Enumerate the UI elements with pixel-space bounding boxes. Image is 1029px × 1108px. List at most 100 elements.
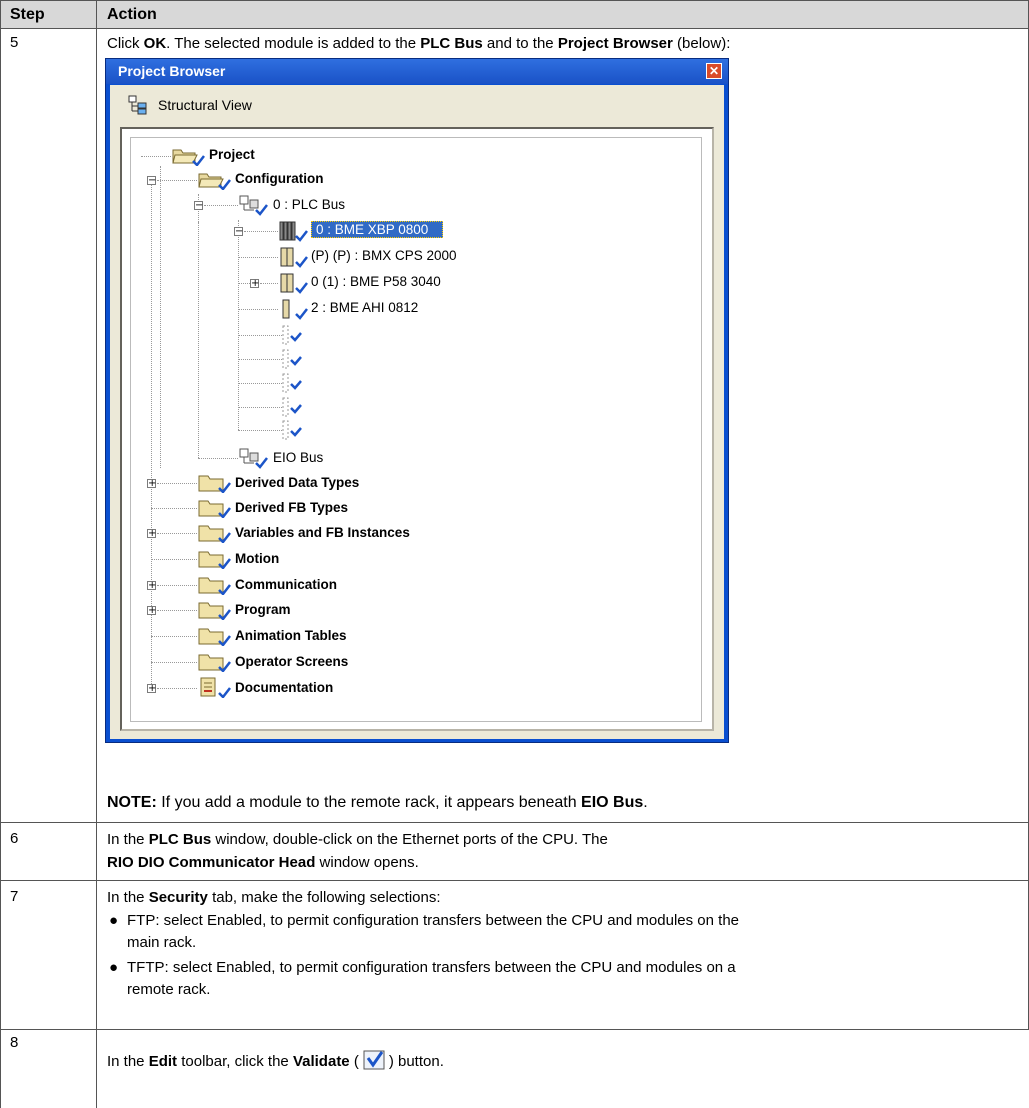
- step7-line1: In the Security tab, make the following …: [107, 887, 1022, 909]
- step6-t1: In the: [107, 831, 149, 848]
- tree-line: [157, 585, 197, 586]
- bus-icon: [239, 195, 268, 216]
- tree-line: [141, 156, 171, 157]
- folder-icon: [198, 500, 231, 518]
- folder-icon: [198, 475, 231, 493]
- step5-note: NOTE: If you add a module to the remote …: [107, 792, 1022, 814]
- tree-item-cpu[interactable]: 0 (1) : BME P58 3040: [311, 274, 441, 289]
- tree-line: [157, 610, 197, 611]
- step-number-5: 5: [10, 34, 19, 51]
- header-action: Action: [107, 6, 157, 23]
- step7-bullet-ftp: ● FTP: select Enabled, to permit configu…: [107, 910, 1012, 954]
- tree-line: [157, 180, 197, 181]
- tree-item-derived-fb-types[interactable]: Derived FB Types: [235, 500, 348, 515]
- tree-line: [157, 533, 197, 534]
- tree-item-project[interactable]: Project: [209, 147, 255, 162]
- tree-item-operator-screens[interactable]: Operator Screens: [235, 654, 348, 669]
- step5-plcbus: PLC Bus: [420, 35, 483, 52]
- folder-icon: [198, 628, 231, 646]
- step-number-8: 8: [10, 1034, 19, 1051]
- column-divider: [96, 0, 97, 1108]
- folder-icon: [198, 654, 231, 672]
- tree-item-documentation[interactable]: Documentation: [235, 680, 333, 695]
- empty-slot-icon: [282, 325, 302, 345]
- tree-line: [238, 430, 282, 431]
- step7-t2: tab, make the following selections:: [207, 889, 441, 906]
- expand-icon[interactable]: +: [250, 279, 259, 289]
- tree-line: [198, 458, 238, 459]
- folder-icon: [198, 602, 231, 620]
- step7-ftp-line1: FTP: select Enabled, to permit configura…: [127, 912, 739, 929]
- window-body: Structural View Project − Configuration …: [110, 85, 724, 739]
- step8-t4: ) button.: [388, 1053, 444, 1070]
- collapse-icon[interactable]: −: [147, 176, 156, 186]
- tree-line: [238, 309, 278, 310]
- open-folder-icon: [172, 149, 205, 166]
- folder-icon: [198, 525, 231, 543]
- tree-line: [260, 283, 278, 284]
- collapse-icon[interactable]: −: [194, 201, 203, 211]
- step8-text: In the Edit toolbar, click the Validate …: [107, 1050, 1022, 1073]
- close-icon[interactable]: ✕: [706, 63, 722, 79]
- tree-item-plc-bus[interactable]: 0 : PLC Bus: [273, 197, 345, 212]
- step5-t0: Click: [107, 35, 144, 52]
- step6-plcbus: PLC Bus: [148, 831, 212, 848]
- tree-line: [198, 222, 199, 458]
- note-end: .: [643, 794, 648, 811]
- empty-slot-icon: [282, 349, 302, 369]
- table-left-border: [0, 0, 1, 1108]
- tree-content: Project − Configuration − 0 : PLC Bus −: [130, 137, 702, 722]
- step5-text: Click OK. The selected module is added t…: [107, 33, 1022, 55]
- folder-icon: [198, 551, 231, 569]
- empty-slot-icon: [282, 420, 302, 440]
- tree-item-program[interactable]: Program: [235, 602, 291, 617]
- tree-item-variables[interactable]: Variables and FB Instances: [235, 525, 410, 540]
- module-icon: [282, 299, 308, 320]
- tree-line: [238, 407, 282, 408]
- collapse-icon[interactable]: −: [234, 227, 243, 237]
- step8-t1: In the: [107, 1053, 149, 1070]
- tree-line: [160, 166, 161, 468]
- tree-line: [151, 508, 197, 509]
- tree-item-ahi[interactable]: 2 : BME AHI 0812: [311, 300, 418, 315]
- tree-line: [244, 231, 278, 232]
- step5-t4: and to the: [482, 35, 558, 52]
- window-title-bar[interactable]: Project Browser ✕: [106, 59, 728, 84]
- tree-item-motion[interactable]: Motion: [235, 551, 279, 566]
- step-number-7: 7: [10, 888, 19, 905]
- step5-t2: . The selected module is added to the: [166, 35, 421, 52]
- module-icon: [280, 273, 308, 294]
- expand-icon[interactable]: +: [147, 529, 156, 539]
- structural-view-icon: [128, 95, 147, 115]
- step8-edit: Edit: [148, 1053, 178, 1070]
- expand-icon[interactable]: +: [147, 479, 156, 489]
- step7-tftp-line1: TFTP: select Enabled, to permit configur…: [127, 959, 736, 976]
- tree-item-derived-data-types[interactable]: Derived Data Types: [235, 475, 359, 490]
- tree-item-rack-selected[interactable]: 0 : BME XBP 0800: [311, 221, 444, 238]
- step8-t2: toolbar, click the: [177, 1053, 293, 1070]
- step6-line1: In the PLC Bus window, double-click on t…: [107, 829, 1022, 851]
- tree-item-communication[interactable]: Communication: [235, 577, 337, 592]
- tree-item-eio-bus[interactable]: EIO Bus: [273, 450, 323, 465]
- documentation-icon: [200, 677, 231, 698]
- structural-view-label: Structural View: [158, 97, 252, 113]
- tree-item-configuration[interactable]: Configuration: [235, 171, 323, 186]
- tree-line: [238, 335, 282, 336]
- expand-icon[interactable]: +: [147, 684, 156, 694]
- project-tree: Project − Configuration − 0 : PLC Bus −: [120, 127, 714, 731]
- expand-icon[interactable]: +: [147, 581, 156, 591]
- note-text: If you add a module to the remote rack, …: [156, 794, 582, 811]
- tree-item-animation-tables[interactable]: Animation Tables: [235, 628, 347, 643]
- tree-line: [151, 662, 197, 663]
- tree-line: [157, 483, 197, 484]
- step7-security: Security: [148, 889, 208, 906]
- rack-icon: [279, 221, 308, 242]
- note-label: NOTE:: [107, 794, 157, 811]
- step7-ftp-line2: main rack.: [127, 934, 197, 951]
- bullet-icon: ●: [109, 959, 119, 976]
- tree-item-power-supply[interactable]: (P) (P) : BMX CPS 2000: [311, 248, 457, 263]
- tree-line: [238, 283, 250, 284]
- step6-rio: RIO DIO Communicator Head: [107, 854, 316, 871]
- empty-slot-icon: [282, 373, 302, 393]
- expand-icon[interactable]: +: [147, 606, 156, 616]
